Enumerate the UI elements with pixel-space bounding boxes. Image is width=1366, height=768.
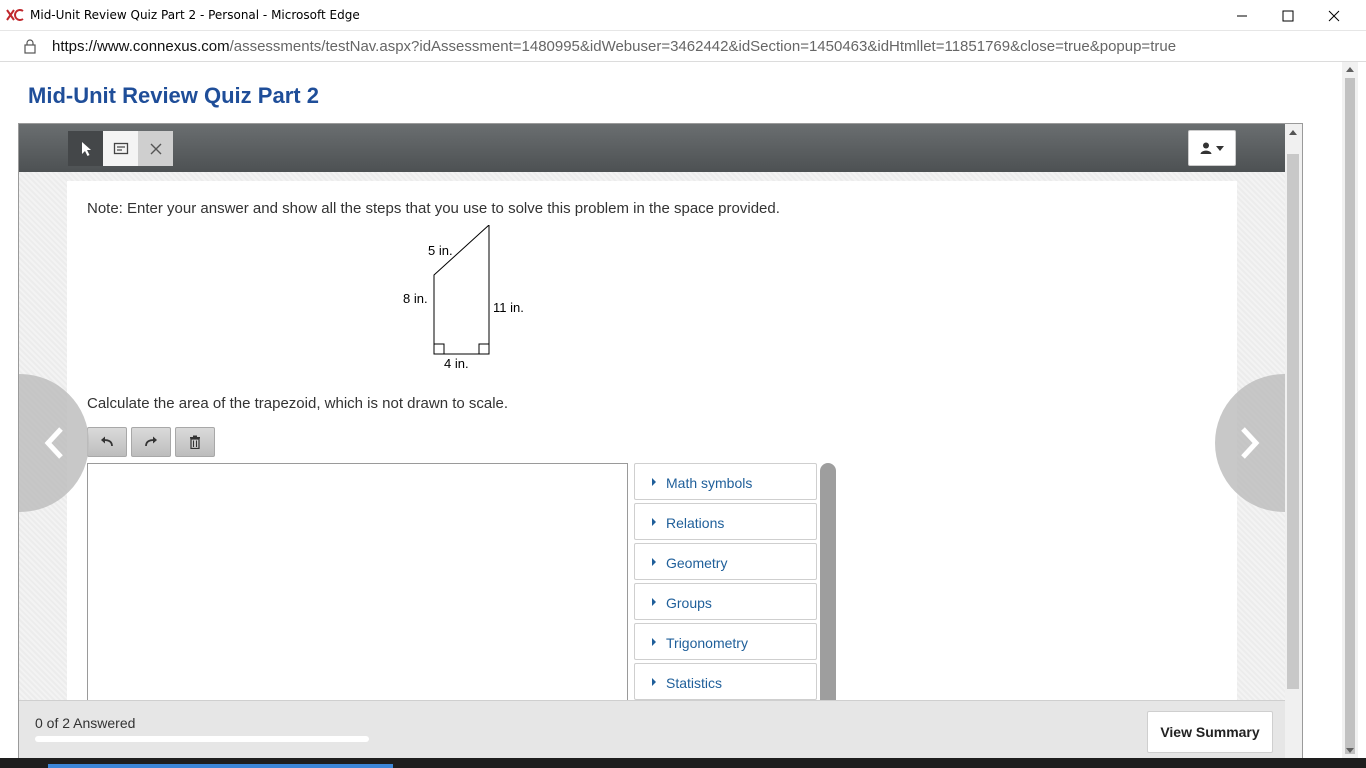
palette-math-symbols[interactable]: Math symbols [634, 463, 817, 500]
url-host: https://www.connexus.com [52, 38, 230, 55]
caret-right-icon [652, 638, 656, 646]
palette-item-label: Math symbols [666, 475, 753, 491]
palette-scrollbar[interactable] [820, 463, 836, 723]
palette-trigonometry[interactable]: Trigonometry [634, 623, 817, 660]
trash-icon [190, 435, 200, 449]
caret-right-icon [652, 518, 656, 526]
scroll-down-icon[interactable] [1346, 748, 1354, 753]
answered-count: 0 of 2 Answered [35, 715, 136, 731]
url-path: /assessments/testNav.aspx?idAssessment=1… [229, 38, 1177, 55]
clear-button[interactable] [175, 427, 215, 457]
right-side-label: 11 in. [493, 300, 524, 315]
left-side-label: 8 in. [403, 291, 428, 306]
window-titlebar: Mid-Unit Review Quiz Part 2 - Personal -… [0, 0, 1366, 31]
close-icon [150, 143, 161, 154]
maximize-button[interactable] [1265, 0, 1311, 31]
user-icon [1200, 142, 1212, 154]
undo-button[interactable] [87, 427, 127, 457]
question-panel: Note: Enter your answer and show all the… [67, 181, 1237, 723]
page-scrollbar[interactable] [1342, 62, 1358, 758]
palette-item-label: Groups [666, 595, 712, 611]
close-window-button[interactable] [1311, 0, 1357, 31]
palette-item-label: Statistics [666, 675, 723, 691]
answer-input[interactable] [87, 463, 628, 723]
view-summary-button[interactable]: View Summary [1147, 711, 1273, 753]
bottom-side-label: 4 in. [444, 356, 469, 371]
caret-right-icon [652, 478, 656, 486]
progress-bar [35, 736, 369, 742]
caret-right-icon [652, 678, 656, 686]
redo-button[interactable] [131, 427, 171, 457]
palette-geometry[interactable]: Geometry [634, 543, 817, 580]
chevron-left-icon [44, 427, 63, 459]
minimize-icon [1237, 15, 1247, 16]
close-icon [1328, 10, 1340, 21]
assessment-footer: 0 of 2 Answered View Summary [19, 700, 1285, 758]
question-prompt: Calculate the area of the trapezoid, whi… [87, 395, 509, 412]
minimize-button[interactable] [1219, 0, 1265, 31]
page-title: Mid-Unit Review Quiz Part 2 [28, 83, 319, 108]
user-menu-button[interactable] [1188, 130, 1236, 166]
palette-relations[interactable]: Relations [634, 503, 817, 540]
maximize-icon [1282, 10, 1294, 21]
redo-icon [145, 436, 157, 447]
palette-item-label: Trigonometry [666, 635, 748, 651]
palette-groups[interactable]: Groups [634, 583, 817, 620]
lock-icon [24, 39, 36, 54]
page-scrollbar-thumb[interactable] [1345, 78, 1355, 754]
taskbar-strip [0, 758, 1366, 768]
frame-scrollbar[interactable] [1285, 124, 1302, 758]
pointer-tool-button[interactable] [68, 131, 103, 166]
palette-item-label: Geometry [666, 555, 728, 571]
caret-down-icon [1216, 145, 1224, 151]
chevron-right-icon [1241, 427, 1260, 459]
connexus-logo-icon [6, 9, 24, 21]
palette-item-label: Relations [666, 515, 725, 531]
window-title: Mid-Unit Review Quiz Part 2 - Personal -… [30, 8, 360, 22]
scroll-up-icon[interactable] [1289, 130, 1297, 135]
taskbar-active-indicator [48, 764, 393, 768]
note-icon [113, 142, 128, 154]
trapezoid-diagram: 5 in. 8 in. 11 in. 4 in. [403, 223, 524, 371]
pointer-icon [81, 141, 91, 156]
assessment-toolbar [19, 124, 1285, 172]
assessment-frame: Note: Enter your answer and show all the… [18, 123, 1303, 759]
note-tool-button[interactable] [103, 131, 138, 166]
eliminate-tool-button[interactable] [138, 131, 173, 166]
caret-right-icon [652, 598, 656, 606]
slant-side-label: 5 in. [428, 243, 453, 258]
url-text[interactable]: https://www.connexus.com/assessments/tes… [52, 38, 1176, 55]
palette-statistics[interactable]: Statistics [634, 663, 817, 700]
address-bar[interactable]: https://www.connexus.com/assessments/tes… [0, 31, 1366, 62]
scroll-up-icon[interactable] [1346, 67, 1354, 72]
trapezoid-figure: 5 in. 8 in. 11 in. 4 in. [397, 223, 557, 385]
question-note: Note: Enter your answer and show all the… [87, 200, 780, 217]
undo-icon [101, 436, 113, 447]
frame-scrollbar-thumb[interactable] [1287, 154, 1299, 689]
caret-right-icon [652, 558, 656, 566]
